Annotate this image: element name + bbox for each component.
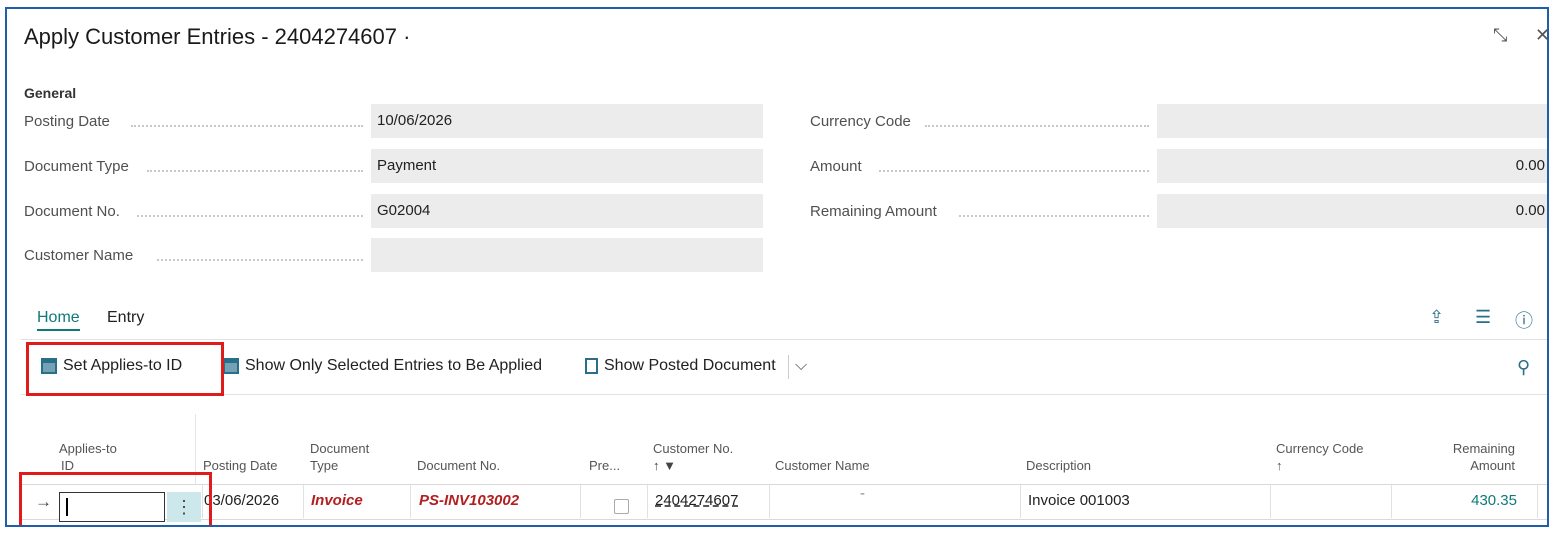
cell-pre-checkbox[interactable] [614,499,629,514]
customer-name-field[interactable] [371,238,763,272]
column-header-customer-no[interactable]: Customer No. ↑ ▼ [653,440,733,474]
cell-divider [1537,485,1538,518]
remaining-amount-label: Remaining Amount [810,203,937,220]
tab-home[interactable]: Home [37,309,80,331]
column-header-description[interactable]: Description [1026,457,1091,474]
cell-divider [410,485,411,518]
dotted-leader [137,215,363,217]
list-icon[interactable]: ☰ [1475,307,1491,328]
cell-document-no[interactable]: PS-INV103002 [419,484,519,518]
customer-name-label: Customer Name [24,247,134,264]
column-header-line: Currency Code [1276,441,1364,456]
column-header-line: Document [310,441,370,456]
cell-customer-name: - [860,485,865,502]
cell-document-type[interactable]: Invoice [311,484,363,518]
more-actions-chevron[interactable]: ⌵ [795,357,807,375]
close-icon[interactable]: ✕ [1535,25,1547,46]
dotted-leader [959,215,1149,217]
show-posted-document-label: Show Posted Document [604,357,776,374]
amount-field[interactable]: 0.00 [1157,149,1547,183]
currency-code-label: Currency Code [810,113,911,130]
dotted-leader [879,170,1149,172]
collapse-icon[interactable]: ⤡ [1493,25,1507,46]
posting-date-label: Posting Date [24,113,110,130]
cell-divider [303,485,304,518]
cell-divider [647,485,648,518]
page-title: Apply Customer Entries - 2404274607 · [24,24,411,49]
cell-posting-date: 03/06/2026 [204,492,280,509]
show-only-selected-button[interactable]: Show Only Selected Entries to Be Applied [223,357,542,375]
column-header-posting-date[interactable]: Posting Date [203,457,277,474]
general-section-label: General [24,85,77,101]
cell-divider [769,485,770,518]
pin-icon[interactable]: ⚲ [1517,357,1530,378]
apply-customer-entries-window: Apply Customer Entries - 2404274607 · ⤡ … [5,7,1549,527]
document-type-label: Document Type [24,158,129,175]
document-icon [585,358,598,374]
cell-divider [1270,485,1271,518]
cell-description: Invoice 001003 [1028,492,1130,509]
cell-customer-no[interactable]: 2404274607 [655,484,738,518]
column-header-line: Type [310,458,339,473]
column-header-document-type[interactable]: Document Type [310,440,369,474]
highlight-applies-to-id-cell [19,472,212,525]
amount-label: Amount [810,158,862,175]
column-header-line: Remaining [1452,441,1515,456]
cell-divider [1020,485,1021,518]
cell-divider [1391,485,1392,518]
dotted-leader [131,125,363,127]
toolbar-divider [21,394,1547,395]
tab-entry[interactable]: Entry [107,309,144,327]
document-type-field[interactable]: Payment [371,149,763,183]
document-no-label: Document No. [24,203,120,220]
column-header-pre[interactable]: Pre... [589,457,620,474]
show-posted-document-button[interactable]: Show Posted Document [585,357,776,375]
currency-code-field[interactable] [1157,104,1547,138]
cell-currency-code [1279,484,1379,518]
sort-filter-icon: ↑ ▼ [653,458,676,473]
remaining-amount-field[interactable]: 0.00 [1157,194,1547,228]
highlight-set-applies-to-id [26,342,224,396]
show-only-selected-label: Show Only Selected Entries to Be Applied [245,357,543,374]
dotted-leader [157,259,363,261]
dotted-leader [147,170,363,172]
column-header-document-no[interactable]: Document No. [417,457,500,474]
cell-remaining-amount[interactable]: 430.35 [1407,484,1517,518]
column-header-line: Customer No. [653,441,734,456]
info-icon[interactable]: ⓘ [1515,307,1533,333]
document-no-field[interactable]: G02004 [371,194,763,228]
toolbar-divider [21,339,1547,340]
column-header-currency-code[interactable]: Currency Code ↑ [1276,440,1363,474]
cell-divider [580,485,581,518]
sort-icon: ↑ [1276,458,1283,473]
calendar-icon [223,358,239,374]
share-icon[interactable]: ⇪ [1429,307,1444,328]
action-separator [788,355,789,379]
column-header-line: Applies-to [59,441,117,456]
column-header-remaining-amount[interactable]: Remaining Amount [1427,440,1515,474]
column-header-customer-name[interactable]: Customer Name [775,457,870,474]
column-header-applies-to-id[interactable]: Applies-to ID [59,440,117,474]
dotted-leader [925,125,1149,127]
posting-date-field[interactable]: 10/06/2026 [371,104,763,138]
column-header-line: Amount [1470,458,1515,473]
